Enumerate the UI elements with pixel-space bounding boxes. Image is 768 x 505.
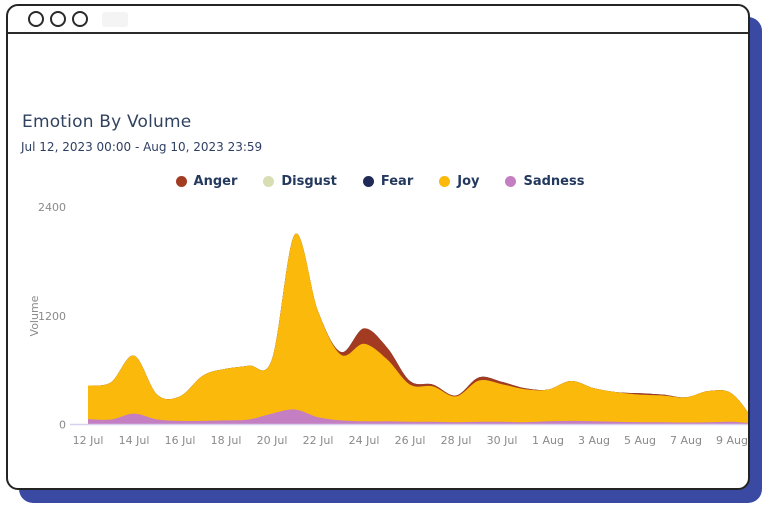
legend-item-fear[interactable]: Fear	[363, 174, 413, 189]
page: Emotion By Volume Jul 12, 2023 00:00 - A…	[0, 0, 768, 505]
x-tick-label: 26 Jul	[395, 434, 426, 447]
y-tick-label: 0	[59, 419, 66, 432]
emotion-area-chart: 0 1200 2400 Volume 12 Jul 14 Jul 16 Jul 18 Jul 2…	[8, 192, 750, 454]
area-joy	[88, 234, 750, 425]
legend-label: Fear	[381, 174, 413, 189]
legend-item-anger[interactable]: Anger	[176, 174, 238, 189]
x-tick-label: 24 Jul	[349, 434, 380, 447]
x-tick-label: 5 Aug	[624, 434, 656, 447]
x-tick-label: 7 Aug	[670, 434, 702, 447]
legend-label: Anger	[194, 174, 238, 189]
legend-dot-icon	[263, 176, 274, 187]
date-range: Jul 12, 2023 00:00 - Aug 10, 2023 23:59	[21, 140, 262, 154]
legend-dot-icon	[505, 176, 516, 187]
legend-dot-icon	[439, 176, 450, 187]
x-tick-label: 22 Jul	[303, 434, 334, 447]
legend-label: Joy	[457, 174, 479, 189]
y-tick-label: 1200	[38, 310, 66, 323]
legend-item-disgust[interactable]: Disgust	[263, 174, 337, 189]
titlebar-pill	[102, 12, 128, 27]
legend-dot-icon	[363, 176, 374, 187]
y-tick-label: 2400	[38, 201, 66, 214]
window-titlebar	[8, 6, 748, 34]
y-axis-title: Volume	[28, 295, 41, 336]
x-tick-label: 16 Jul	[165, 434, 196, 447]
window-control-close-icon[interactable]	[28, 11, 44, 27]
x-tick-label: 9 Aug	[716, 434, 748, 447]
x-tick-label: 20 Jul	[257, 434, 288, 447]
x-tick-label: 3 Aug	[578, 434, 610, 447]
x-tick-label: 18 Jul	[211, 434, 242, 447]
chart-legend: Anger Disgust Fear Joy Sadness	[8, 174, 750, 189]
x-tick-label: 12 Jul	[73, 434, 104, 447]
x-tick-label: 28 Jul	[441, 434, 472, 447]
app-window: Emotion By Volume Jul 12, 2023 00:00 - A…	[6, 4, 750, 490]
x-tick-label: 1 Aug	[532, 434, 564, 447]
page-title: Emotion By Volume	[22, 112, 191, 132]
window-control-minimize-icon[interactable]	[50, 11, 66, 27]
chart-card: Emotion By Volume Jul 12, 2023 00:00 - A…	[8, 34, 748, 490]
window-control-maximize-icon[interactable]	[72, 11, 88, 27]
legend-item-joy[interactable]: Joy	[439, 174, 479, 189]
legend-dot-icon	[176, 176, 187, 187]
legend-label: Sadness	[523, 174, 584, 189]
legend-label: Disgust	[281, 174, 337, 189]
x-tick-label: 14 Jul	[119, 434, 150, 447]
x-tick-label: 30 Jul	[487, 434, 518, 447]
legend-item-sadness[interactable]: Sadness	[505, 174, 584, 189]
